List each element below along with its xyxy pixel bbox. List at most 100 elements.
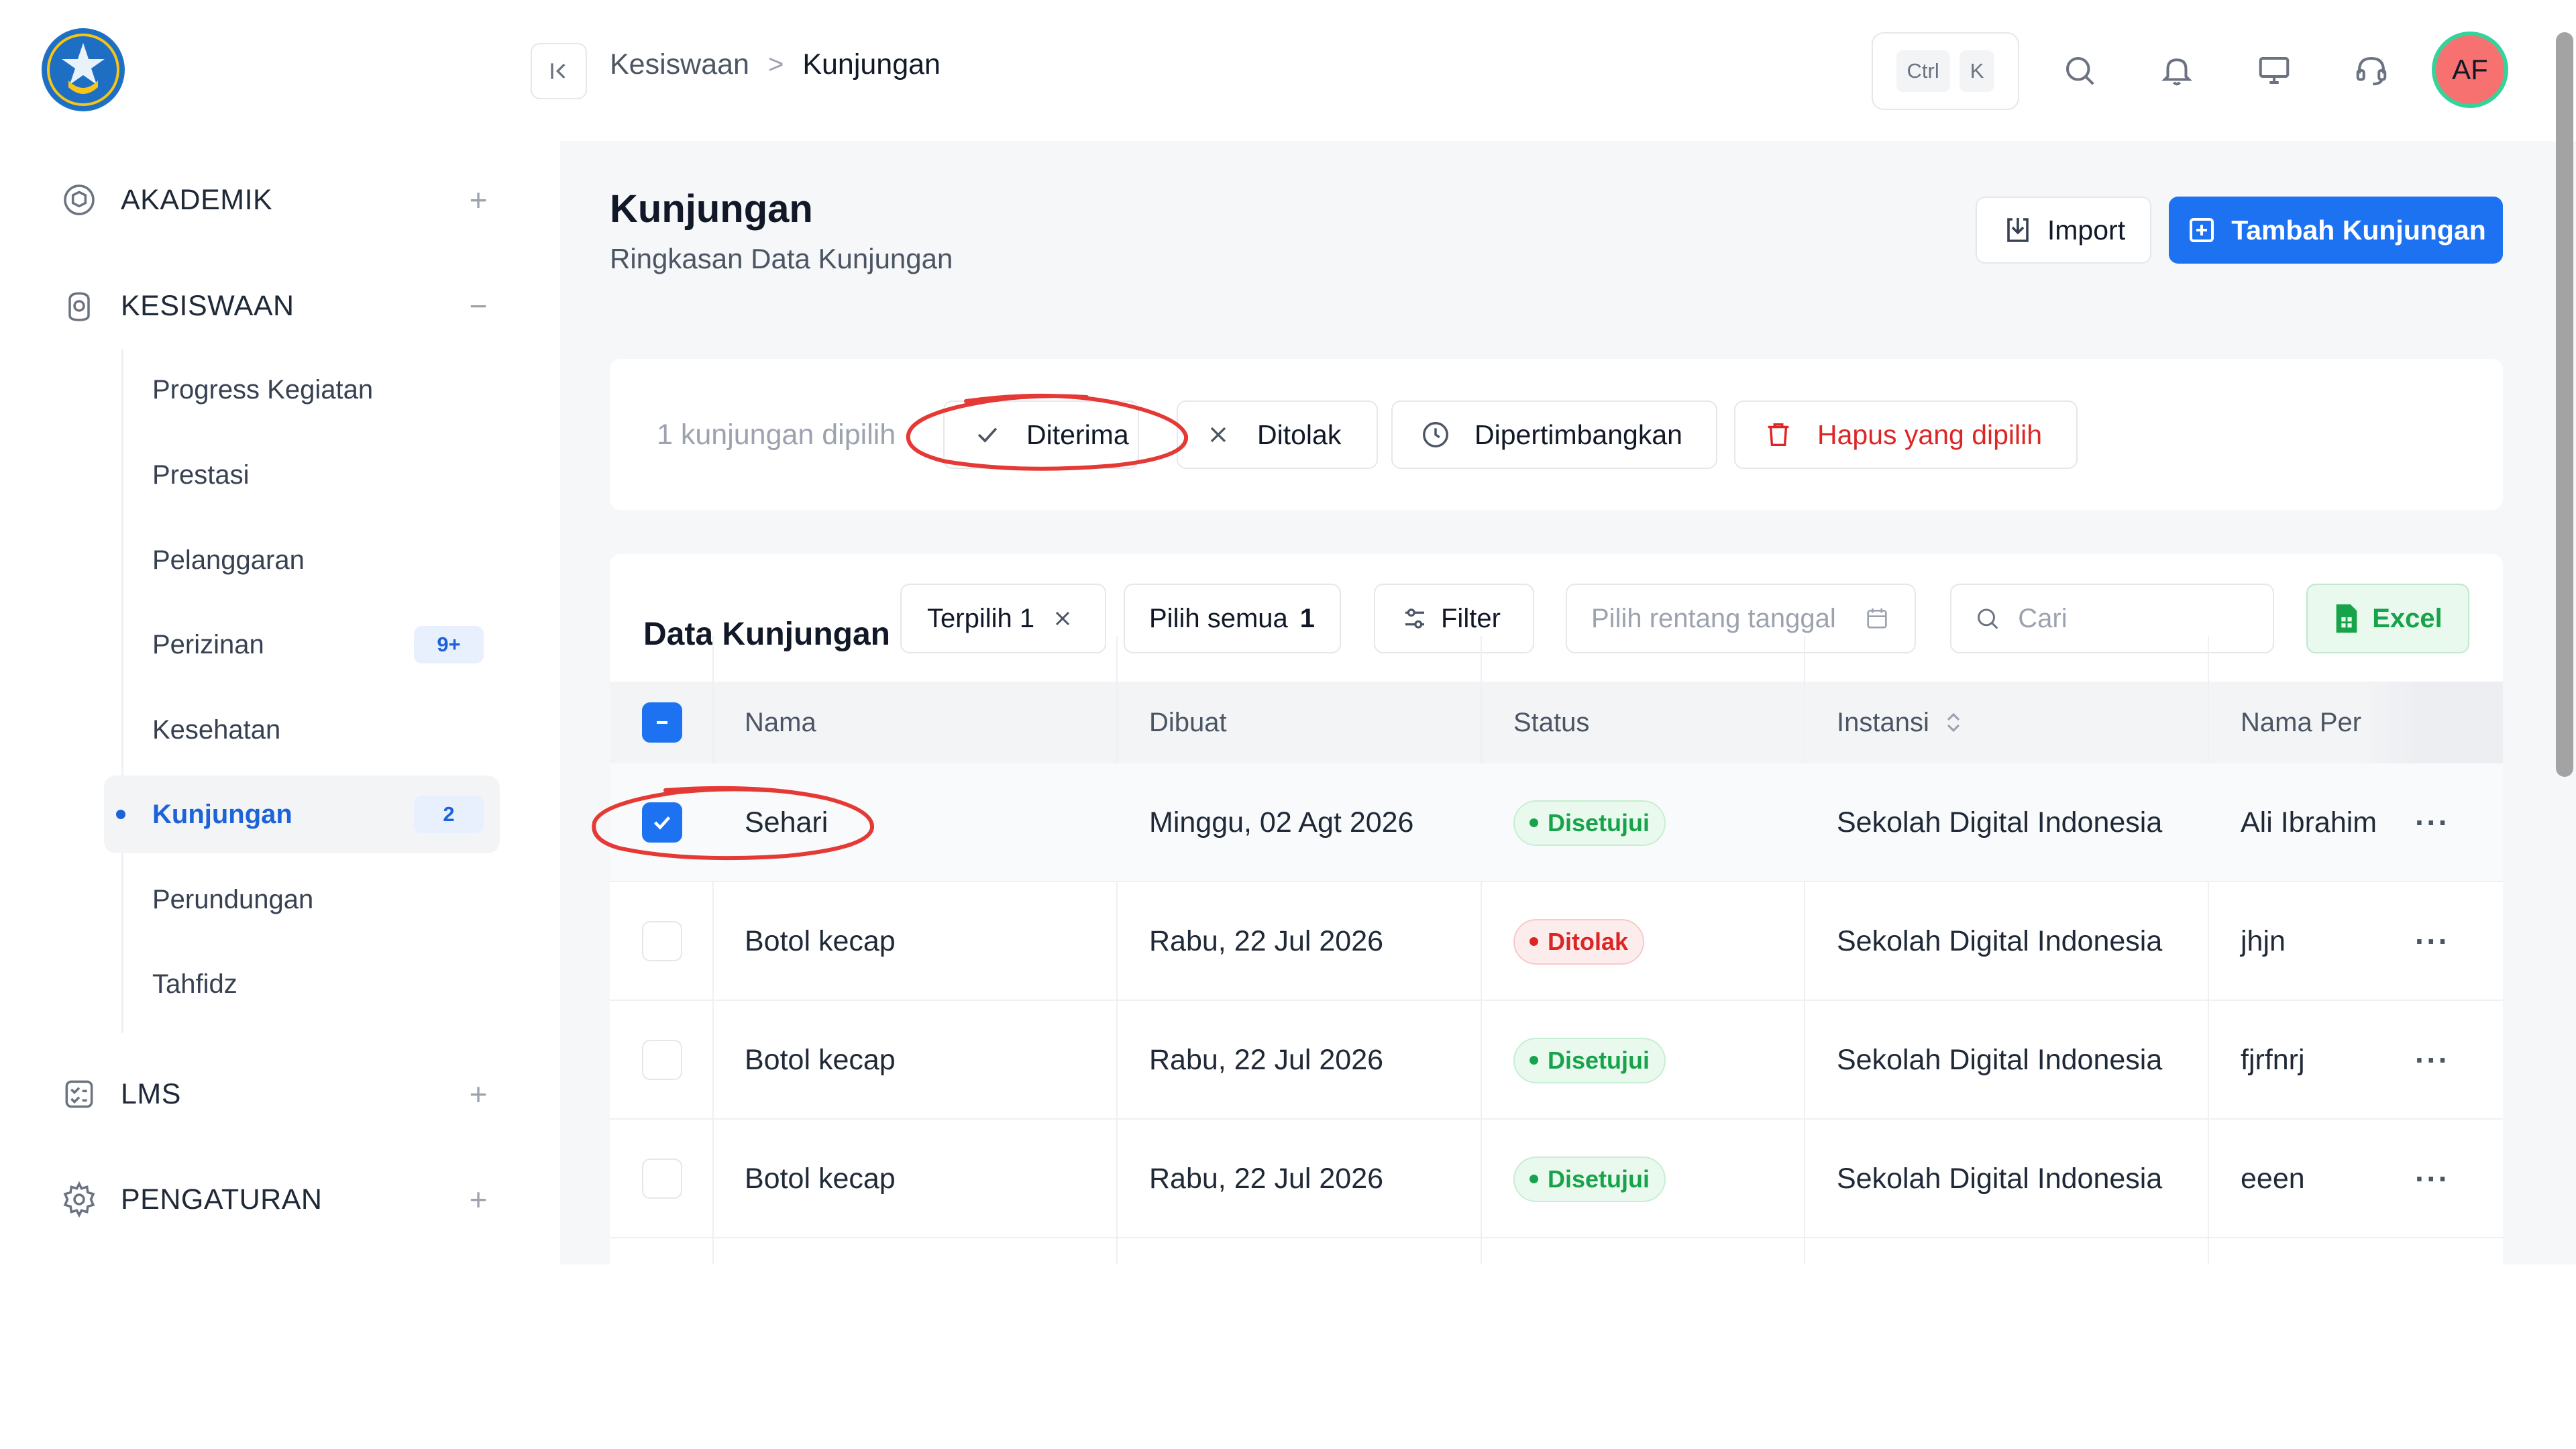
close-icon[interactable] bbox=[1051, 606, 1075, 631]
sidebar-item-label: Progress Kegiatan bbox=[152, 374, 374, 405]
selected-chip-label: Terpilih 1 bbox=[927, 603, 1035, 633]
consider-button[interactable]: Dipertimbangkan bbox=[1391, 400, 1717, 469]
column-header-nama-per[interactable]: Nama Per bbox=[2241, 682, 2361, 763]
sidebar-item-progress-kegiatan[interactable]: Progress Kegiatan bbox=[104, 351, 500, 429]
column-header-status[interactable]: Status bbox=[1513, 682, 1589, 763]
date-range-field[interactable] bbox=[1591, 603, 1864, 634]
nav-section-akademik[interactable]: AKADEMIK + bbox=[59, 170, 495, 230]
sidebar: AKADEMIK + KESISWAAN − Progress Kegiatan… bbox=[0, 0, 560, 1265]
column-header-label: Instansi bbox=[1837, 707, 1929, 737]
cell-dibuat: Minggu, 02 Agt 2026 bbox=[1149, 806, 1414, 839]
sort-icon[interactable] bbox=[1944, 710, 1963, 735]
headset-icon[interactable] bbox=[2349, 48, 2394, 93]
nav-section-label: KESISWAAN bbox=[121, 289, 294, 322]
expand-icon[interactable]: + bbox=[462, 182, 495, 218]
school-logo bbox=[42, 28, 125, 111]
sidebar-item-prestasi[interactable]: Prestasi bbox=[104, 436, 500, 514]
add-kunjungan-button[interactable]: Tambah Kunjungan bbox=[2169, 197, 2503, 264]
column-header-instansi[interactable]: Instansi bbox=[1837, 682, 1963, 763]
command-shortcut-button[interactable]: Ctrl K bbox=[1872, 32, 2019, 110]
nav-section-lms[interactable]: LMS + bbox=[59, 1064, 495, 1124]
sidebar-item-pelanggaran[interactable]: Pelanggaran bbox=[104, 521, 500, 599]
column-header-nama[interactable]: Nama bbox=[745, 682, 816, 763]
monitor-icon[interactable] bbox=[2252, 48, 2296, 93]
select-all-button[interactable]: Pilih semua 1 bbox=[1124, 584, 1341, 653]
gear-icon bbox=[59, 1179, 99, 1220]
consider-label: Dipertimbangkan bbox=[1474, 419, 1682, 450]
status-label: Disetujui bbox=[1548, 808, 1650, 837]
row-checkbox[interactable] bbox=[642, 921, 682, 961]
status-dot bbox=[1529, 1175, 1538, 1183]
sidebar-item-tahfidz[interactable]: Tahfidz bbox=[104, 945, 500, 1023]
calendar-icon[interactable] bbox=[1864, 604, 1890, 633]
page-scrollbar[interactable] bbox=[2556, 32, 2573, 777]
cell-status: Disetujui bbox=[1513, 1120, 1666, 1238]
select-all-checkbox[interactable] bbox=[642, 702, 682, 743]
table-row[interactable]: Sehari Minggu, 02 Agt 2026 Disetujui Sek… bbox=[610, 763, 2503, 882]
close-icon bbox=[1198, 421, 1238, 448]
search-icon[interactable] bbox=[2057, 48, 2102, 93]
search-input[interactable] bbox=[2018, 603, 2273, 634]
nav-section-kesiswaan[interactable]: KESISWAAN − bbox=[59, 276, 495, 336]
sidebar-item-label: Perundungan bbox=[152, 884, 314, 914]
cell-instansi: Sekolah Digital Indonesia bbox=[1837, 806, 2163, 839]
accept-button[interactable]: Diterima bbox=[943, 400, 1139, 469]
row-checkbox[interactable] bbox=[642, 802, 682, 843]
bell-icon[interactable] bbox=[2155, 48, 2199, 93]
selected-chip[interactable]: Terpilih 1 bbox=[900, 584, 1106, 653]
sidebar-item-label: Tahfidz bbox=[152, 969, 237, 999]
date-range-input[interactable] bbox=[1566, 584, 1916, 653]
plus-square-icon bbox=[2190, 218, 2214, 242]
table-row[interactable]: Botol kecap Rabu, 22 Jul 2026 Disetujui … bbox=[610, 1001, 2503, 1120]
breadcrumb-parent[interactable]: Kesiswaan bbox=[610, 48, 749, 81]
row-menu-icon[interactable]: ··· bbox=[2409, 1036, 2456, 1083]
import-button[interactable]: Import bbox=[1976, 197, 2151, 264]
filter-button[interactable]: Filter bbox=[1374, 584, 1534, 653]
sidebar-item-perundungan[interactable]: Perundungan bbox=[104, 861, 500, 938]
status-badge: Disetujui bbox=[1513, 800, 1666, 846]
expand-icon[interactable]: + bbox=[462, 1076, 495, 1112]
avatar[interactable]: AF bbox=[2432, 32, 2508, 108]
status-dot bbox=[1529, 818, 1538, 827]
spreadsheet-icon bbox=[2336, 604, 2357, 633]
reject-button[interactable]: Ditolak bbox=[1177, 400, 1378, 469]
row-checkbox[interactable] bbox=[642, 1040, 682, 1080]
search-box[interactable] bbox=[1950, 584, 2274, 653]
table-row[interactable]: Botol kecap Rabu, 22 Jul 2026 Ditolak Se… bbox=[610, 882, 2503, 1001]
breadcrumb-current: Kunjungan bbox=[802, 48, 941, 80]
row-menu-icon[interactable]: ··· bbox=[2409, 1155, 2456, 1202]
sidebar-item-label: Kesehatan bbox=[152, 714, 281, 745]
column-header-dibuat[interactable]: Dibuat bbox=[1149, 682, 1227, 763]
cell-nama: Botol kecap bbox=[745, 925, 896, 957]
cell-nama: Botol kecap bbox=[745, 1163, 896, 1195]
student-icon bbox=[59, 286, 99, 326]
table-header: Nama Dibuat Status Instansi Nama Per bbox=[610, 682, 2503, 763]
academic-icon bbox=[59, 180, 99, 220]
sidebar-item-kunjungan[interactable]: Kunjungan 2 bbox=[104, 775, 500, 853]
status-label: Ditolak bbox=[1548, 927, 1629, 955]
collapse-sidebar-button[interactable] bbox=[531, 43, 587, 99]
row-checkbox[interactable] bbox=[642, 1159, 682, 1199]
delete-selected-button[interactable]: Hapus yang dipilih bbox=[1734, 400, 2078, 469]
status-label: Disetujui bbox=[1548, 1165, 1650, 1193]
status-dot bbox=[1529, 1056, 1538, 1065]
expand-icon[interactable]: + bbox=[462, 1181, 495, 1218]
sidebar-item-kesehatan[interactable]: Kesehatan bbox=[104, 691, 500, 769]
table-title: Data Kunjungan bbox=[643, 616, 890, 652]
reject-label: Ditolak bbox=[1257, 419, 1342, 450]
cell-nama-per: fjrfnrj bbox=[2241, 1044, 2305, 1076]
collapse-icon[interactable]: − bbox=[462, 288, 495, 324]
nav-section-pengaturan[interactable]: PENGATURAN + bbox=[59, 1169, 495, 1230]
kbd-ctrl: Ctrl bbox=[1896, 50, 1950, 92]
data-table-card: Data Kunjungan Terpilih 1 Pilih semua 1 … bbox=[610, 554, 2503, 1265]
excel-label: Excel bbox=[2372, 603, 2443, 633]
row-menu-icon[interactable]: ··· bbox=[2409, 918, 2456, 965]
cell-status: Disetujui bbox=[1513, 763, 1666, 882]
excel-export-button[interactable]: Excel bbox=[2306, 584, 2469, 653]
table-row[interactable]: Botol kecap Rabu, 22 Jul 2026 Disetujui … bbox=[610, 1120, 2503, 1238]
sidebar-item-perizinan[interactable]: Perizinan 9+ bbox=[104, 606, 500, 684]
lms-icon bbox=[59, 1074, 99, 1114]
row-menu-icon[interactable]: ··· bbox=[2409, 799, 2456, 846]
nav-section-label: PENGATURAN bbox=[121, 1183, 323, 1216]
search-icon bbox=[1978, 608, 1998, 629]
